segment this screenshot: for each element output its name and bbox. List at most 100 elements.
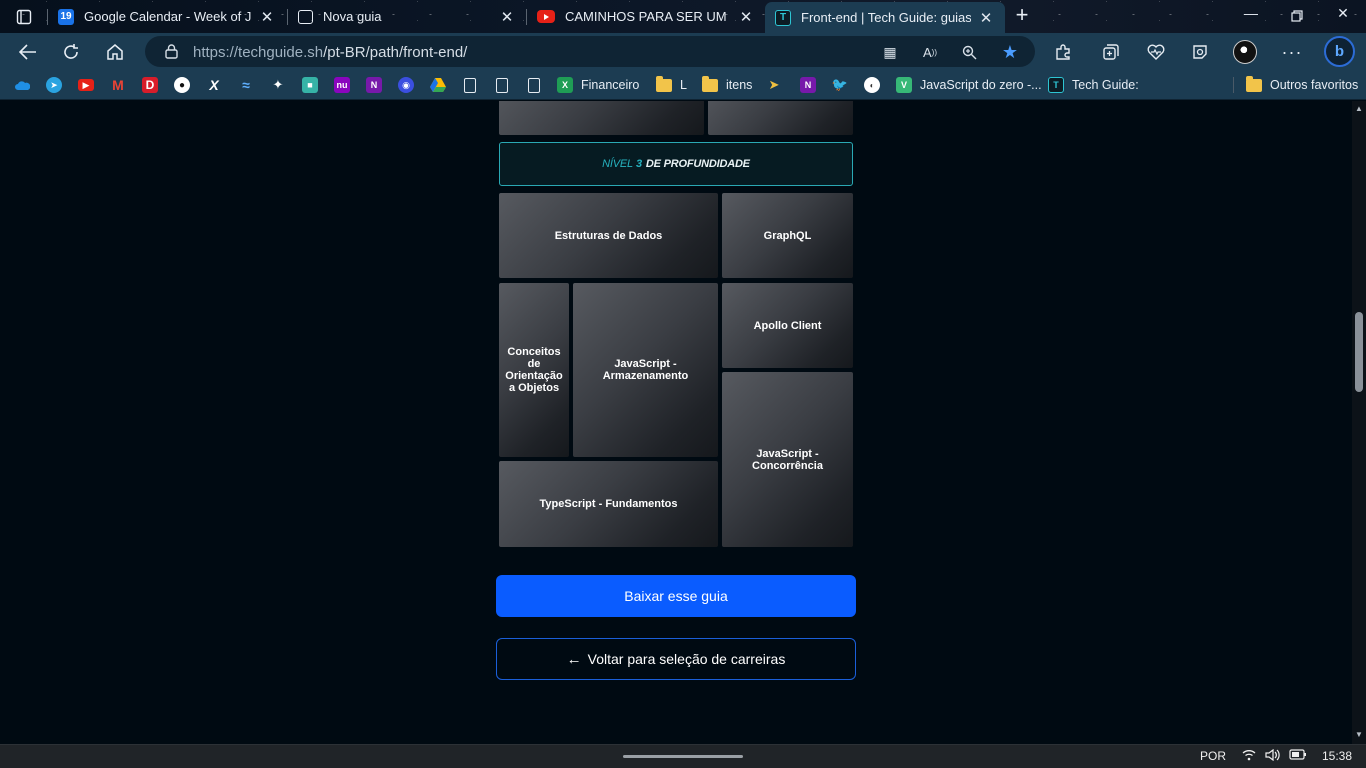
bookmark-folder-itens[interactable]: itens xyxy=(702,75,753,94)
close-tab-icon[interactable]: ✕ xyxy=(737,8,755,26)
clock[interactable]: 15:38 xyxy=(1322,749,1352,763)
bookmark-bird[interactable]: ✦ xyxy=(270,76,286,94)
battery-icon[interactable] xyxy=(1289,749,1307,763)
calendar-day: 19 xyxy=(60,11,72,22)
vertical-scrollbar[interactable]: ▲ ▼ xyxy=(1352,101,1366,744)
tab-youtube[interactable]: CAMINHOS PARA SER UM DEV F ✕ xyxy=(527,2,765,31)
bookmark-label: Financeiro xyxy=(581,78,640,92)
arrow-app-icon: ➤ xyxy=(768,77,780,92)
page-icon xyxy=(528,77,540,93)
bookmark-tech-guide[interactable]: T Tech Guide: xyxy=(1048,76,1139,94)
new-tab-button[interactable]: + xyxy=(1010,4,1034,28)
bookmark-page-2[interactable] xyxy=(496,76,508,94)
read-aloud-icon[interactable]: A)) xyxy=(920,42,940,62)
nubank-icon: nu xyxy=(334,77,350,93)
wave-icon: ≈ xyxy=(242,77,250,93)
home-button[interactable] xyxy=(102,39,128,65)
folder-icon xyxy=(702,75,718,92)
taskbar-handle[interactable] xyxy=(623,755,743,758)
bookmark-twitter[interactable]: 🐦 xyxy=(832,76,848,94)
bookmark-wave[interactable]: ≈ xyxy=(238,76,254,94)
tile-previous-level[interactable] xyxy=(708,101,853,135)
bookmark-javascript[interactable]: V JavaScript do zero -... xyxy=(896,76,1042,94)
bookmark-discord[interactable]: ◉ xyxy=(398,76,414,94)
tile-javascript-armazenamento[interactable]: JavaScript - Armazenamento xyxy=(573,283,718,457)
profile-avatar[interactable] xyxy=(1232,39,1258,65)
browser-toolbar: https://techguide.sh/pt-BR/path/front-en… xyxy=(0,33,1366,70)
scroll-down-icon[interactable]: ▼ xyxy=(1355,731,1363,739)
collections-icon[interactable] xyxy=(1098,39,1124,65)
bookmark-page-1[interactable] xyxy=(464,76,476,94)
github-icon: ● xyxy=(174,77,190,93)
bookmark-drive[interactable] xyxy=(430,76,446,94)
lock-icon[interactable] xyxy=(165,44,178,64)
bookmark-onenote-2[interactable]: N xyxy=(800,76,816,94)
close-tab-icon[interactable]: ✕ xyxy=(498,8,516,26)
bookmark-x[interactable]: X xyxy=(206,76,222,94)
bookmark-arrow[interactable]: ➤ xyxy=(766,76,782,94)
close-tab-icon[interactable]: ✕ xyxy=(258,8,276,26)
tile-graphql[interactable]: GraphQL xyxy=(722,193,853,278)
depth-level-banner: NÍVEL 3 DE PROFUNDIDADE xyxy=(499,142,853,186)
tab-nova-guia[interactable]: Nova guia ✕ xyxy=(288,2,526,31)
extensions-icon[interactable] xyxy=(1050,39,1076,65)
bookmark-label: itens xyxy=(726,78,753,92)
tile-javascript-concorrencia[interactable]: JavaScript - Concorrência xyxy=(722,372,853,547)
bookmark-github[interactable]: ● xyxy=(174,76,190,94)
bookmark-circle[interactable]: ◐ xyxy=(864,76,880,94)
tab-tech-guide[interactable]: T Front-end | Tech Guide: guias do ✕ xyxy=(765,2,1005,33)
tile-orientacao-objetos[interactable]: Conceitos de Orientação a Objetos xyxy=(499,283,569,457)
tab-actions-button[interactable] xyxy=(8,6,40,28)
close-window-button[interactable]: ✕ xyxy=(1328,5,1358,27)
bookmark-nubank[interactable]: nu xyxy=(334,76,350,94)
bookmark-d[interactable]: D xyxy=(142,76,158,94)
copilot-icon[interactable] xyxy=(1187,39,1213,65)
drive-icon xyxy=(430,77,446,93)
tile-estruturas-de-dados[interactable]: Estruturas de Dados xyxy=(499,193,718,278)
refresh-button[interactable] xyxy=(58,39,84,65)
back-to-careers-button[interactable]: ← Voltar para seleção de carreiras xyxy=(496,638,856,680)
browser-essentials-icon[interactable] xyxy=(1143,39,1169,65)
bookmark-telegram[interactable]: ➤ xyxy=(46,76,62,94)
bookmark-youtube[interactable]: ▶ xyxy=(78,76,94,94)
folder-icon xyxy=(1246,75,1262,92)
bookmark-folder-l[interactable]: L xyxy=(656,75,687,94)
language-indicator[interactable]: POR xyxy=(1200,749,1226,763)
bookmark-onenote[interactable]: N xyxy=(366,76,382,94)
download-guide-button[interactable]: Baixar esse guia xyxy=(496,575,856,617)
bookmarks-bar: ➤ ▶ M D ● X ≈ ✦ ■ nu N ◉ X Financeiro L i… xyxy=(0,70,1366,100)
tile-apollo-client[interactable]: Apollo Client xyxy=(722,283,853,368)
favorite-star-icon[interactable]: ★ xyxy=(1000,42,1020,62)
close-tab-icon[interactable]: ✕ xyxy=(977,9,995,27)
bookmark-onedrive[interactable] xyxy=(14,76,30,94)
tile-label: JavaScript - Concorrência xyxy=(752,447,823,472)
bookmark-gmail[interactable]: M xyxy=(110,76,126,94)
page-icon xyxy=(464,77,476,93)
bookmark-page-3[interactable] xyxy=(528,76,540,94)
tile-label: GraphQL xyxy=(763,229,812,242)
bookmark-meet[interactable]: ■ xyxy=(302,76,318,94)
back-button[interactable] xyxy=(15,39,41,65)
scrollbar-thumb[interactable] xyxy=(1355,312,1363,392)
apps-grid-icon[interactable]: ▦ xyxy=(880,42,900,62)
volume-icon[interactable] xyxy=(1265,748,1281,764)
tile-previous-level[interactable] xyxy=(499,101,704,135)
new-tab-icon xyxy=(298,9,313,24)
bookmark-financeiro[interactable]: X Financeiro xyxy=(557,76,639,94)
tab-google-calendar[interactable]: 19 Google Calendar - Week of June ✕ xyxy=(48,2,286,31)
url-text[interactable]: https://techguide.sh/pt-BR/path/front-en… xyxy=(193,44,467,61)
bookmark-label: L xyxy=(680,78,687,92)
zoom-icon[interactable] xyxy=(959,42,979,62)
more-menu-icon[interactable]: ··· xyxy=(1279,39,1305,65)
tile-label: Estruturas de Dados xyxy=(554,229,663,242)
minimize-button[interactable]: — xyxy=(1236,5,1266,27)
scroll-up-icon[interactable]: ▲ xyxy=(1355,105,1363,113)
tile-typescript-fundamentos[interactable]: TypeScript - Fundamentos xyxy=(499,461,718,547)
download-guide-label: Baixar esse guia xyxy=(624,588,728,604)
wifi-icon[interactable] xyxy=(1242,749,1256,764)
address-bar[interactable]: https://techguide.sh/pt-BR/path/front-en… xyxy=(145,36,1035,67)
bing-chat-button[interactable]: b xyxy=(1324,36,1355,67)
restore-button[interactable] xyxy=(1282,5,1312,27)
tile-label: TypeScript - Fundamentos xyxy=(539,498,678,510)
bookmark-outros-favoritos[interactable]: Outros favoritos xyxy=(1246,75,1358,94)
